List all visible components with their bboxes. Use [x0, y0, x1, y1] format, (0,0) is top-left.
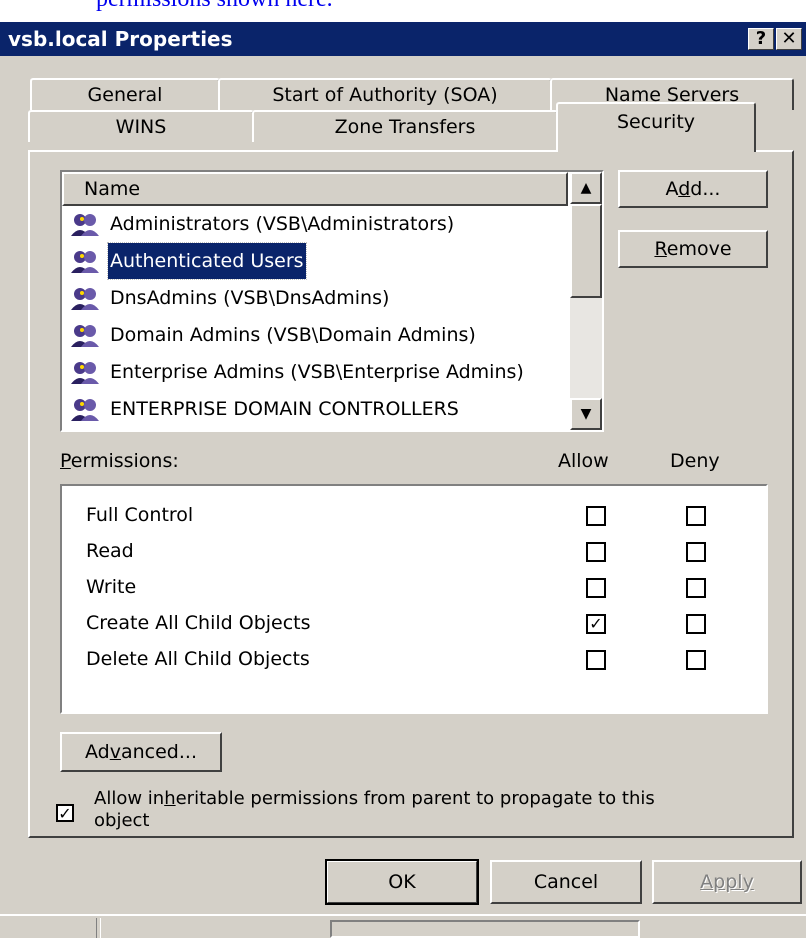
scroll-up-icon[interactable]: ▲: [570, 172, 602, 204]
deny-checkbox[interactable]: [686, 650, 706, 670]
list-item-label: Authenticated Users: [107, 242, 307, 280]
list-item[interactable]: ENTERPRISE DOMAIN CONTROLLERS: [64, 391, 568, 427]
properties-dialog: vsb.local Properties ? ✕ General Start o…: [0, 22, 806, 938]
permission-name: Create All Child Objects: [86, 612, 311, 634]
taskbar-divider: [96, 918, 101, 938]
allow-checkbox[interactable]: [586, 506, 606, 526]
security-panel: Name Administrators (VSB\Administrators)…: [28, 150, 794, 838]
deny-header: Deny: [670, 450, 720, 472]
allow-checkbox[interactable]: [586, 578, 606, 598]
deny-checkbox[interactable]: [686, 506, 706, 526]
remove-button[interactable]: Remove: [618, 230, 768, 268]
tab-security[interactable]: Security: [556, 102, 756, 152]
user-group-icon: [71, 251, 99, 273]
caption-text: permissions shown here.: [96, 0, 333, 13]
help-icon[interactable]: ?: [748, 28, 774, 50]
advanced-button[interactable]: Advanced...: [60, 732, 222, 772]
permission-name: Write: [86, 576, 137, 598]
taskbar-strip: [0, 914, 806, 938]
inherit-checkbox[interactable]: ✓: [56, 804, 74, 822]
list-item-label: Administrators (VSB\Administrators): [110, 213, 455, 235]
name-column-header[interactable]: Name: [62, 172, 568, 206]
deny-checkbox[interactable]: [686, 542, 706, 562]
allow-checkbox[interactable]: [586, 650, 606, 670]
title-bar: vsb.local Properties ? ✕: [0, 22, 806, 56]
close-icon[interactable]: ✕: [776, 28, 802, 50]
scroll-down-icon[interactable]: ▼: [570, 398, 602, 430]
allow-checkbox[interactable]: ✓: [586, 614, 606, 634]
tab-general[interactable]: General: [30, 78, 220, 110]
ok-button[interactable]: OK: [325, 859, 479, 905]
tab-wins[interactable]: WINS: [28, 110, 254, 142]
allow-checkbox[interactable]: [586, 542, 606, 562]
list-item[interactable]: DnsAdmins (VSB\DnsAdmins): [64, 280, 568, 316]
tab-soa[interactable]: Start of Authority (SOA): [218, 78, 552, 110]
taskbar-window-button[interactable]: [330, 920, 640, 938]
permission-name: Read: [86, 540, 134, 562]
user-group-icon: [71, 362, 99, 384]
list-item-label: ENTERPRISE DOMAIN CONTROLLERS: [110, 398, 459, 420]
inherit-label: Allow inheritable permissions from paren…: [94, 788, 655, 831]
list-item[interactable]: Enterprise Admins (VSB\Enterprise Admins…: [64, 354, 568, 390]
window-title: vsb.local Properties: [8, 27, 233, 51]
user-group-icon: [71, 325, 99, 347]
scroll-thumb[interactable]: [570, 204, 602, 298]
list-item[interactable]: Authenticated Users: [64, 242, 568, 280]
user-group-icon: [71, 214, 99, 236]
deny-checkbox[interactable]: [686, 578, 706, 598]
list-item[interactable]: Administrators (VSB\Administrators): [64, 206, 568, 242]
names-scrollbar[interactable]: ▲ ▼: [570, 172, 602, 430]
cancel-button[interactable]: Cancel: [490, 860, 642, 904]
allow-header: Allow: [558, 450, 609, 472]
permission-name: Delete All Child Objects: [86, 648, 310, 670]
user-group-icon: [71, 288, 99, 310]
permission-name: Full Control: [86, 504, 194, 526]
permissions-label: Permissions:: [60, 450, 179, 472]
add-button[interactable]: Add...: [618, 170, 768, 208]
tab-zone-transfers[interactable]: Zone Transfers: [252, 110, 558, 142]
list-item-label: DnsAdmins (VSB\DnsAdmins): [110, 287, 390, 309]
permissions-list[interactable]: Full Control Read Write Create All Child Ob…: [60, 484, 768, 714]
deny-checkbox[interactable]: [686, 614, 706, 634]
names-listbox[interactable]: Name Administrators (VSB\Administrators)…: [60, 170, 604, 432]
list-item-label: Enterprise Admins (VSB\Enterprise Admins…: [110, 361, 524, 383]
apply-button[interactable]: Apply: [652, 860, 802, 904]
user-group-icon: [71, 399, 99, 421]
list-item-label: Domain Admins (VSB\Domain Admins): [110, 324, 476, 346]
list-item[interactable]: Domain Admins (VSB\Domain Admins): [64, 317, 568, 353]
